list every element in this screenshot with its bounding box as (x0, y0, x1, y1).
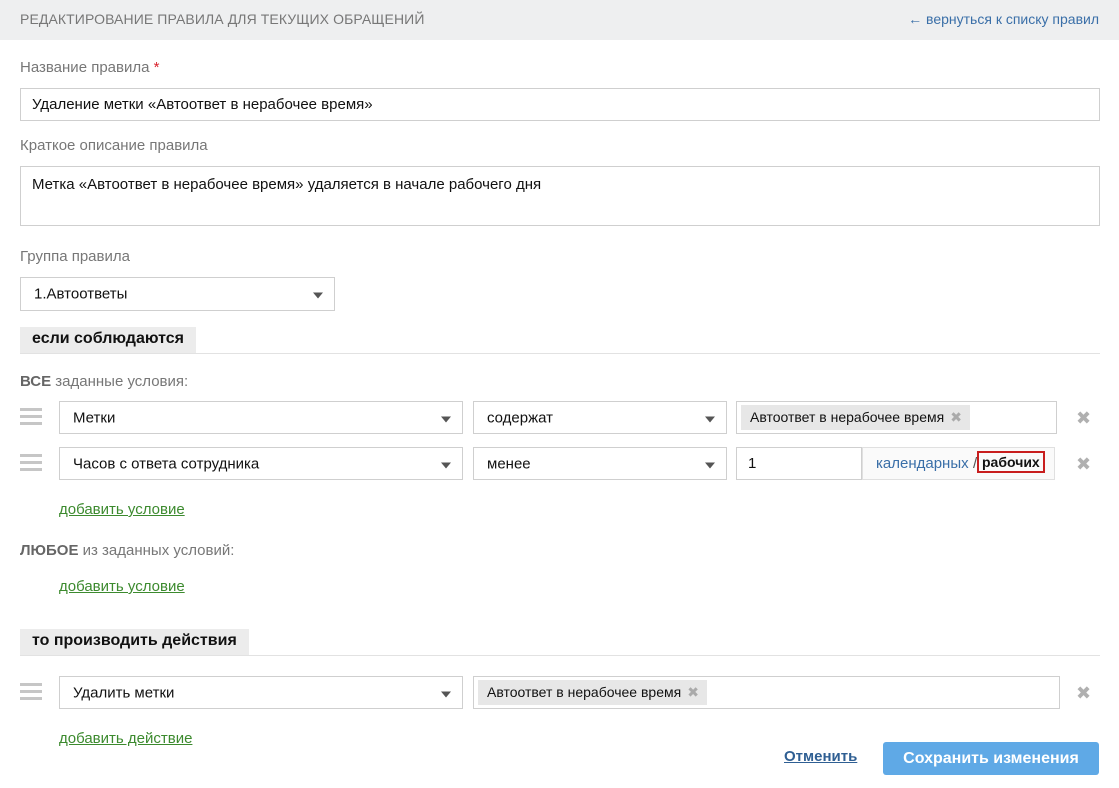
rule-group-label: Группа правила (20, 248, 130, 265)
condition-operator-value: содержат (487, 409, 554, 426)
add-action-link[interactable]: добавить действие (59, 730, 192, 747)
remove-condition-icon[interactable]: ✖ (1076, 409, 1091, 427)
save-button[interactable]: Сохранить изменения (883, 742, 1099, 775)
page-header: РЕДАКТИРОВАНИЕ ПРАВИЛА ДЛЯ ТЕКУЩИХ ОБРАЩ… (0, 0, 1119, 40)
tag-chip: Автоответ в нерабочее время ✖ (741, 405, 970, 430)
rule-name-label-text: Название правила (20, 59, 150, 76)
chevron-down-icon (705, 416, 715, 422)
all-conditions-label: ВСЕ заданные условия: (20, 373, 188, 390)
all-conditions-suffix: заданные условия: (51, 373, 189, 390)
action-type-value: Удалить метки (73, 684, 175, 701)
rule-name-label: Название правила * (20, 59, 159, 76)
section-divider (20, 353, 1100, 354)
conditions-section-title: если соблюдаются (20, 327, 196, 353)
add-condition-all-link[interactable]: добавить условие (59, 501, 185, 518)
unit-calendar-option[interactable]: календарных (876, 455, 969, 472)
all-conditions-prefix: ВСЕ (20, 373, 52, 390)
rule-group-value: 1.Автоответы (34, 285, 128, 303)
chevron-down-icon (441, 416, 451, 422)
hours-value-input[interactable] (736, 447, 862, 480)
condition-operator-select[interactable]: менее (473, 447, 727, 480)
page-title: РЕДАКТИРОВАНИЕ ПРАВИЛА ДЛЯ ТЕКУЩИХ ОБРАЩ… (20, 11, 425, 27)
any-conditions-prefix: ЛЮБОЕ (20, 542, 79, 559)
drag-handle-icon[interactable] (20, 408, 42, 426)
remove-action-icon[interactable]: ✖ (1076, 684, 1091, 702)
drag-handle-icon[interactable] (20, 454, 42, 472)
condition-field-value: Часов с ответа сотрудника (73, 455, 260, 472)
rule-description-textarea[interactable]: Метка «Автоответ в нерабочее время» удал… (20, 166, 1100, 226)
drag-handle-icon[interactable] (20, 683, 42, 701)
action-type-select[interactable]: Удалить метки (59, 676, 463, 709)
condition-tags-input[interactable]: Автоответ в нерабочее время ✖ (736, 401, 1057, 434)
action-tags-input[interactable]: Автоответ в нерабочее время ✖ (473, 676, 1060, 709)
chevron-down-icon (441, 462, 451, 468)
any-conditions-suffix: из заданных условий: (78, 542, 235, 559)
condition-operator-select[interactable]: содержат (473, 401, 727, 434)
condition-operator-value: менее (487, 455, 531, 472)
condition-field-value: Метки (73, 409, 116, 426)
chevron-down-icon (705, 462, 715, 468)
rule-name-input[interactable] (20, 88, 1100, 121)
section-divider (20, 655, 1100, 656)
any-conditions-label: ЛЮБОЕ из заданных условий: (20, 542, 234, 559)
cancel-link[interactable]: Отменить (784, 748, 857, 765)
rule-group-select[interactable]: 1.Автоответы (20, 277, 335, 311)
hours-unit-switch: календарных / рабочих (862, 447, 1055, 480)
back-to-rules-link[interactable]: ← вернуться к списку правил (908, 11, 1099, 27)
remove-condition-icon[interactable]: ✖ (1076, 455, 1091, 473)
tag-label: Автоответ в нерабочее время (750, 409, 945, 425)
condition-field-select[interactable]: Часов с ответа сотрудника (59, 447, 463, 480)
required-mark: * (153, 59, 160, 76)
condition-field-select[interactable]: Метки (59, 401, 463, 434)
tag-chip: Автоответ в нерабочее время ✖ (478, 680, 707, 705)
unit-working-option[interactable]: рабочих (977, 451, 1045, 473)
add-condition-any-link[interactable]: добавить условие (59, 578, 185, 595)
tag-label: Автоответ в нерабочее время (487, 684, 682, 700)
actions-section-title: то производить действия (20, 629, 249, 655)
chevron-down-icon (313, 292, 323, 299)
chevron-down-icon (441, 691, 451, 697)
tag-remove-icon[interactable]: ✖ (687, 684, 699, 700)
tag-remove-icon[interactable]: ✖ (950, 409, 962, 425)
rule-description-label: Краткое описание правила (20, 137, 208, 154)
